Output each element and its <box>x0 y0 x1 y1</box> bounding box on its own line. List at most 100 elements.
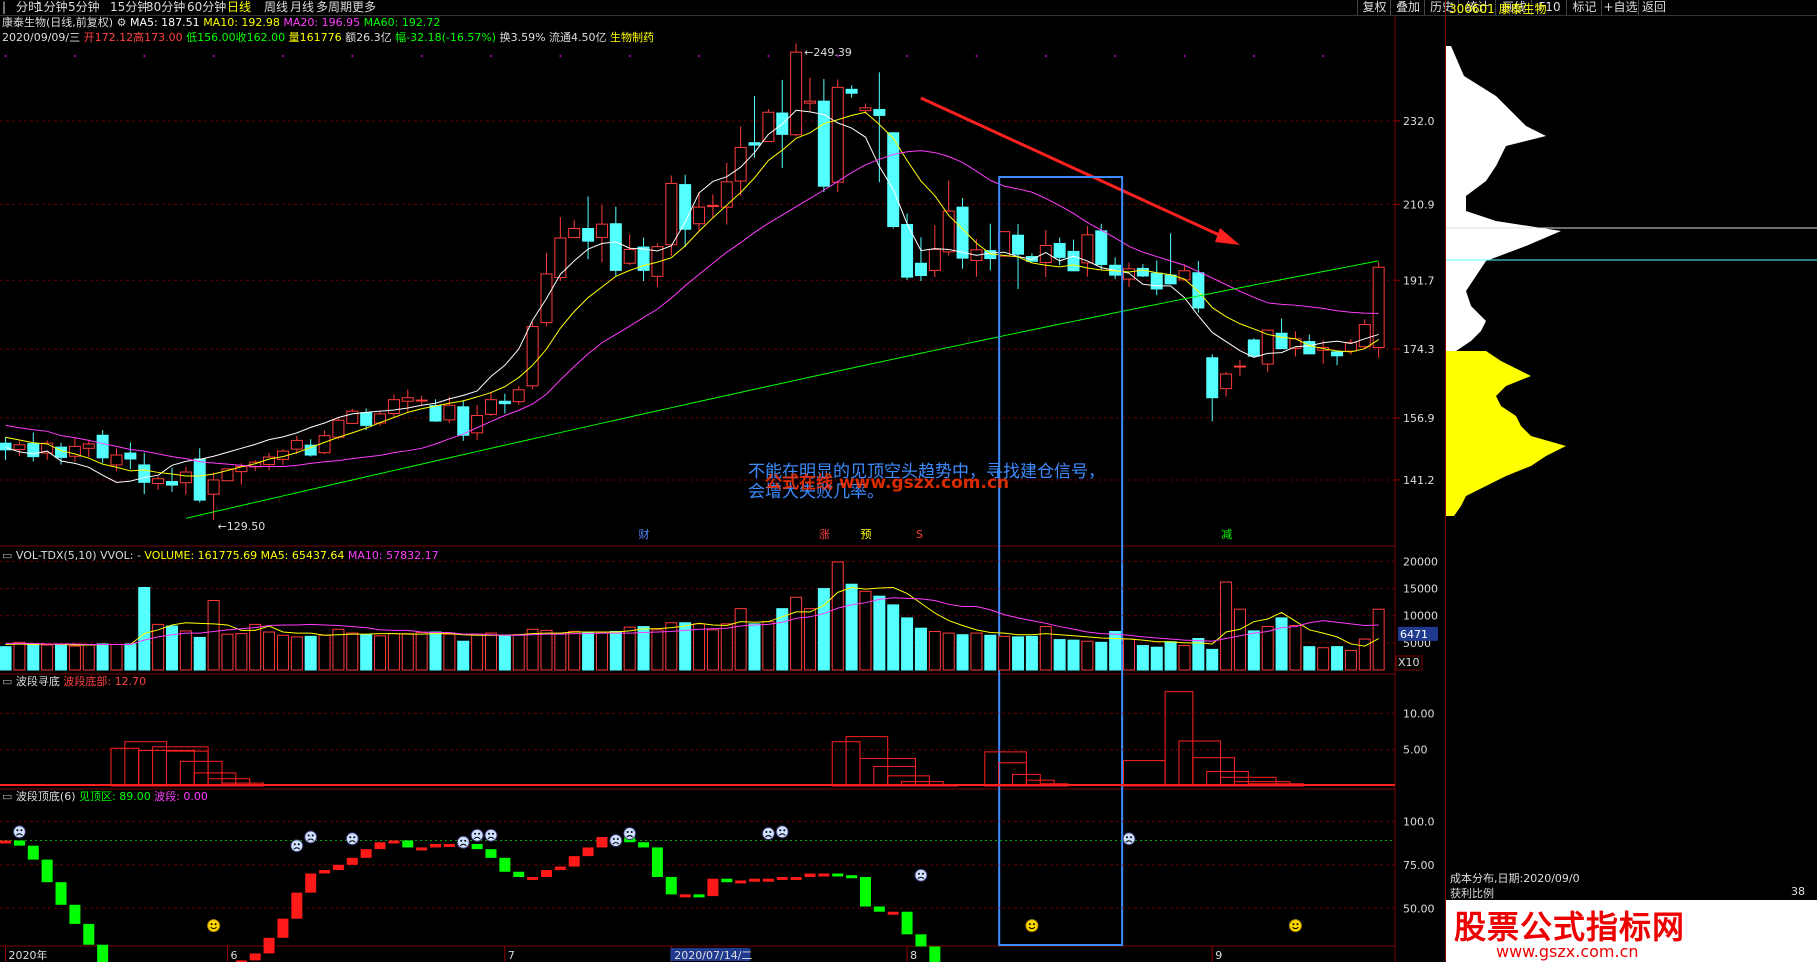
volume-bar[interactable] <box>1150 646 1163 671</box>
event-mark[interactable]: 减 <box>1221 528 1232 541</box>
volume-bar[interactable] <box>263 631 276 671</box>
wave-top-bar[interactable] <box>471 843 483 850</box>
event-mark[interactable]: 涨 <box>819 528 830 541</box>
candle[interactable] <box>68 438 81 462</box>
volume-bar[interactable] <box>970 632 983 671</box>
volume-bar[interactable] <box>387 633 400 671</box>
candle[interactable] <box>1192 260 1205 313</box>
volume-bar[interactable] <box>165 625 178 671</box>
frown-icon[interactable] <box>1122 832 1136 846</box>
wave-top-bar[interactable] <box>513 871 525 877</box>
event-mark[interactable]: 预 <box>860 528 871 541</box>
volume-bar[interactable] <box>249 623 262 671</box>
wave-top-bar[interactable] <box>55 882 67 905</box>
volume-bar[interactable] <box>1178 645 1191 671</box>
volume-bar[interactable] <box>82 644 95 671</box>
volume-bar[interactable] <box>96 643 109 671</box>
volume-bar[interactable] <box>207 600 220 671</box>
volume-bar[interactable] <box>498 634 511 671</box>
candle[interactable] <box>1109 257 1122 280</box>
volume-bar[interactable] <box>1206 648 1219 671</box>
volume-bar[interactable] <box>346 632 359 671</box>
volume-bar[interactable] <box>901 617 914 671</box>
volume-bar[interactable] <box>762 621 775 671</box>
volume-bar[interactable] <box>68 645 81 671</box>
wave-top-bar[interactable] <box>69 904 81 924</box>
wave-top-bar[interactable] <box>568 856 580 867</box>
wave-top-bar[interactable] <box>887 911 899 915</box>
candle[interactable] <box>96 430 109 463</box>
candle[interactable] <box>27 432 40 462</box>
wave-top-bar[interactable] <box>804 873 816 877</box>
candle[interactable] <box>748 96 761 158</box>
wave-top-bar[interactable] <box>27 845 39 860</box>
frown-icon[interactable] <box>290 839 304 853</box>
volume-bar[interactable] <box>27 643 40 671</box>
frown-icon[interactable] <box>304 830 318 844</box>
period-tab-2[interactable]: 5分钟 <box>68 0 100 15</box>
volume-bar[interactable] <box>956 634 969 671</box>
candle[interactable] <box>790 43 803 137</box>
period-tab-4[interactable]: 30分钟 <box>146 0 185 15</box>
frown-icon[interactable] <box>484 828 498 842</box>
wave-top-bar[interactable] <box>901 911 913 935</box>
volume-bar[interactable] <box>1039 626 1052 671</box>
wave-top-bar[interactable] <box>249 953 261 961</box>
volume-bar[interactable] <box>471 633 484 671</box>
wave-top-bar[interactable] <box>41 859 53 883</box>
volume-bar[interactable] <box>290 636 303 671</box>
wave-top-bar[interactable] <box>818 873 830 877</box>
wave-top-bar[interactable] <box>540 870 552 877</box>
candle[interactable] <box>1275 318 1288 350</box>
volume-bar[interactable] <box>193 636 206 671</box>
volume-bar[interactable] <box>1331 646 1344 671</box>
volume-bar[interactable] <box>304 635 317 671</box>
candle[interactable] <box>152 476 165 490</box>
wave-top-bar[interactable] <box>83 923 95 945</box>
volume-bar[interactable] <box>845 583 858 671</box>
wave-top-bar[interactable] <box>499 857 511 872</box>
volume-bar[interactable] <box>374 635 387 671</box>
volume-bar[interactable] <box>790 596 803 671</box>
wave-top-bar[interactable] <box>651 847 663 877</box>
wave-top-bar[interactable] <box>679 894 691 898</box>
volume-bar[interactable] <box>318 634 331 671</box>
candle[interactable] <box>526 322 539 390</box>
wave-top-bar[interactable] <box>291 892 303 919</box>
candle[interactable] <box>817 79 830 193</box>
volume-bar[interactable] <box>1053 639 1066 671</box>
volume-bar[interactable] <box>568 630 581 671</box>
candle[interactable] <box>568 219 581 239</box>
candle[interactable] <box>512 385 525 405</box>
candle[interactable] <box>346 408 359 424</box>
volume-bar[interactable] <box>914 627 927 671</box>
candle[interactable] <box>1372 262 1385 358</box>
volume-bar[interactable] <box>13 641 26 671</box>
volume-bar[interactable] <box>887 604 900 671</box>
wave-top-bar[interactable] <box>485 849 497 858</box>
wave-top-bar[interactable] <box>346 857 358 865</box>
wave-top-bar[interactable] <box>388 840 400 844</box>
candle[interactable] <box>429 399 442 422</box>
candle[interactable] <box>1233 360 1246 376</box>
volume-bar[interactable] <box>693 623 706 671</box>
wave-top-bar[interactable] <box>277 918 289 938</box>
volume-bar[interactable] <box>540 629 553 671</box>
volume-bar[interactable] <box>1067 639 1080 671</box>
period-tab-8[interactable]: 月线 <box>290 0 314 15</box>
wave-top-bar[interactable] <box>749 878 761 882</box>
candle[interactable] <box>1247 338 1260 357</box>
volume-bar[interactable] <box>1372 608 1385 671</box>
volume-bar[interactable] <box>609 630 622 671</box>
volume-bar[interactable] <box>1317 647 1330 671</box>
volume-bar[interactable] <box>1247 630 1260 671</box>
volume-bar[interactable] <box>665 622 678 671</box>
volume-bar[interactable] <box>512 634 525 671</box>
period-tab-7[interactable]: 周线 <box>264 0 288 15</box>
wave-top-bar[interactable] <box>332 864 344 871</box>
volume-bar[interactable] <box>0 646 12 671</box>
volume-bar[interactable] <box>443 633 456 671</box>
volume-bar[interactable] <box>1220 581 1233 671</box>
settings-icon[interactable]: ⚙ <box>117 16 127 29</box>
volume-bar[interactable] <box>803 608 816 671</box>
